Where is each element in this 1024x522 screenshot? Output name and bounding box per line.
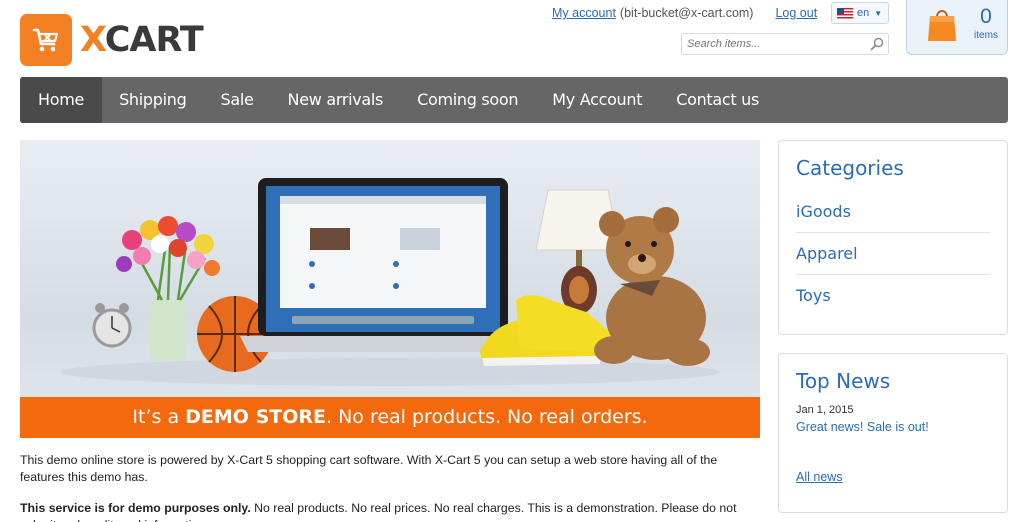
laptop-icon — [240, 178, 526, 352]
categories-panel: Categories iGoods Apparel Toys — [778, 140, 1008, 335]
news-date: Jan 1, 2015 — [796, 404, 854, 416]
news-item-link[interactable]: Great news! Sale is out! — [796, 420, 929, 434]
language-code: en — [857, 7, 870, 19]
demo-store-notice: It’s a DEMO STORE. No real products. No … — [20, 397, 760, 438]
intro-paragraph: This demo online store is powered by X-C… — [20, 453, 718, 484]
shopping-bag-icon — [928, 10, 956, 41]
nav-item-coming-soon[interactable]: Coming soon — [400, 77, 535, 123]
nav-item-home[interactable]: Home — [20, 77, 103, 123]
all-news-link[interactable]: All news — [796, 470, 843, 484]
top-news-title: Top News — [796, 369, 891, 393]
category-apparel[interactable]: Apparel — [796, 233, 990, 275]
mini-cart[interactable]: 0 items — [906, 0, 1008, 55]
nav-item-contact-us[interactable]: Contact us — [659, 77, 776, 123]
alarm-clock-icon — [92, 303, 132, 348]
language-selector[interactable]: en ▼ — [831, 2, 889, 24]
page-content: This demo online store is powered by X-C… — [20, 452, 762, 522]
teddy-bear-icon — [594, 207, 710, 366]
top-news-panel: Top News Jan 1, 2015 Great news! Sale is… — [778, 353, 1008, 513]
nav-item-my-account[interactable]: My Account — [535, 77, 659, 123]
banner-illustration — [60, 178, 720, 386]
cart-logo-icon — [20, 14, 72, 66]
account-email: (bit-bucket@x-cart.com) — [619, 6, 754, 20]
category-igoods[interactable]: iGoods — [796, 191, 990, 233]
category-list: iGoods Apparel Toys — [796, 191, 990, 317]
cart-count: 0 — [980, 5, 992, 28]
nav-item-sale[interactable]: Sale — [203, 77, 270, 123]
my-account-link[interactable]: My account — [552, 6, 616, 20]
promo-banner[interactable] — [20, 140, 760, 397]
us-flag-icon — [837, 7, 853, 19]
brand-name: XCART — [80, 20, 204, 60]
store-logo[interactable]: XCART — [20, 14, 204, 66]
category-toys[interactable]: Toys — [796, 275, 990, 317]
search-input[interactable] — [682, 34, 862, 54]
main-navigation: Home Shipping Sale New arrivals Coming s… — [20, 77, 1008, 123]
categories-title: Categories — [796, 156, 904, 180]
logout-link[interactable]: Log out — [775, 6, 817, 20]
account-links: My account (bit-bucket@x-cart.com) Log o… — [552, 6, 817, 20]
nav-item-new-arrivals[interactable]: New arrivals — [271, 77, 401, 123]
cart-items-label: items — [974, 30, 998, 41]
disclaimer-paragraph: This service is for demo purposes only. … — [20, 501, 737, 522]
search-box — [681, 33, 889, 55]
nav-item-shipping[interactable]: Shipping — [102, 77, 203, 123]
search-icon[interactable] — [870, 37, 884, 51]
chevron-down-icon: ▼ — [874, 8, 883, 18]
